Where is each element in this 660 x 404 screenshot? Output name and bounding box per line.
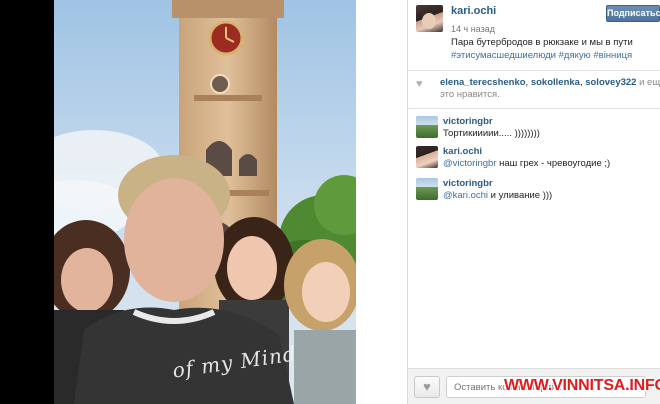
liker-link[interactable]: solovey322 — [585, 77, 636, 88]
owner-username[interactable]: kari.ochi — [451, 5, 496, 17]
follow-button[interactable]: Подписаться — [606, 5, 660, 22]
comment-mention[interactable]: @kari.ochi — [443, 190, 488, 201]
comment-author[interactable]: victoringbr — [443, 178, 493, 189]
likes-more-link[interactable]: и еще 23 — [639, 77, 660, 88]
comment-avatar[interactable] — [416, 116, 438, 138]
comment-text: @victoringbr наш грех - чревоугодие ;) — [443, 158, 610, 169]
heart-icon: ♥ — [416, 78, 423, 90]
comment-text: Тортикиииии..... )))))))) — [443, 128, 540, 139]
comment-body: Тортикиииии..... )))))))) — [443, 128, 540, 139]
post-hashtags[interactable]: #этисумасшедшиелюди #дякую #вінниця — [451, 50, 632, 61]
photo-gap — [356, 0, 408, 404]
post-header: kari.ochi Подписаться 14 ч назад Пара бу… — [416, 5, 660, 67]
comment-text: @kari.ochi и уливание ))) — [443, 190, 552, 201]
post-timestamp[interactable]: 14 ч назад — [451, 24, 495, 34]
post-photo[interactable]: of my Mind — [54, 0, 356, 404]
comment-bar: ♥ WWW.VINNITSA.INFO — [408, 368, 660, 404]
comment-body: наш грех - чревоугодие ;) — [496, 158, 611, 169]
comment-mention[interactable]: @victoringbr — [443, 158, 496, 169]
comment-item: victoringbr @kari.ochi и уливание ))) — [416, 178, 660, 218]
post-caption: Пара бутербродов в рюкзаке и мы в пути — [451, 37, 633, 48]
owner-avatar[interactable] — [416, 5, 443, 32]
post-side-panel: kari.ochi Подписаться 14 ч назад Пара бу… — [408, 0, 660, 404]
comment-avatar[interactable] — [416, 178, 438, 200]
heart-icon: ♥ — [423, 379, 431, 394]
likes-suffix: это нравится. — [440, 89, 500, 100]
comment-author[interactable]: kari.ochi — [443, 146, 482, 157]
comment-body: и уливание ))) — [488, 190, 553, 201]
divider — [408, 70, 660, 71]
likes-summary: ♥ elena_terecshenko, sokollenka, solovey… — [416, 76, 660, 104]
photo-illustration — [54, 0, 356, 404]
like-button[interactable]: ♥ — [414, 376, 440, 398]
divider — [408, 108, 660, 109]
left-dark-strip — [0, 0, 54, 404]
site-watermark: WWW.VINNITSA.INFO — [504, 377, 660, 394]
comment-author[interactable]: victoringbr — [443, 116, 493, 127]
liker-link[interactable]: sokollenka — [531, 77, 580, 88]
comment-avatar[interactable] — [416, 146, 438, 168]
liker-link[interactable]: elena_terecshenko — [440, 77, 526, 88]
